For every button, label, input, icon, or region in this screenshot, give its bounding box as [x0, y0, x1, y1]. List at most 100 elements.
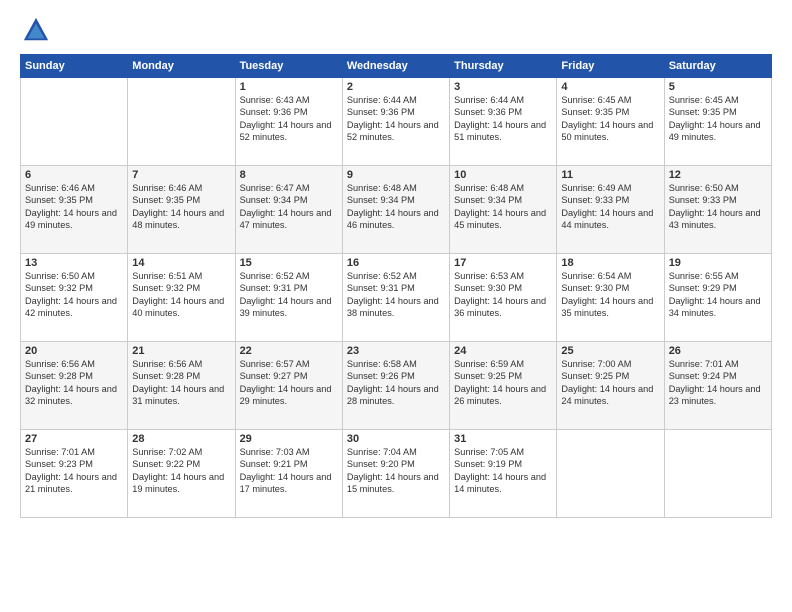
calendar-header-row: SundayMondayTuesdayWednesdayThursdayFrid… [21, 55, 772, 78]
day-number: 19 [669, 257, 767, 269]
day-info: Sunrise: 6:48 AM Sunset: 9:34 PM Dayligh… [454, 182, 552, 232]
day-number: 22 [240, 345, 338, 357]
day-number: 16 [347, 257, 445, 269]
header-tuesday: Tuesday [235, 55, 342, 78]
day-info: Sunrise: 6:44 AM Sunset: 9:36 PM Dayligh… [454, 94, 552, 144]
day-cell: 10Sunrise: 6:48 AM Sunset: 9:34 PM Dayli… [450, 166, 557, 254]
day-cell [557, 430, 664, 518]
day-cell: 28Sunrise: 7:02 AM Sunset: 9:22 PM Dayli… [128, 430, 235, 518]
header-saturday: Saturday [664, 55, 771, 78]
day-cell: 20Sunrise: 6:56 AM Sunset: 9:28 PM Dayli… [21, 342, 128, 430]
week-row-3: 13Sunrise: 6:50 AM Sunset: 9:32 PM Dayli… [21, 254, 772, 342]
day-number: 4 [561, 81, 659, 93]
day-info: Sunrise: 6:44 AM Sunset: 9:36 PM Dayligh… [347, 94, 445, 144]
day-number: 3 [454, 81, 552, 93]
day-info: Sunrise: 6:56 AM Sunset: 9:28 PM Dayligh… [132, 358, 230, 408]
day-info: Sunrise: 7:02 AM Sunset: 9:22 PM Dayligh… [132, 446, 230, 496]
day-number: 25 [561, 345, 659, 357]
day-number: 18 [561, 257, 659, 269]
day-number: 31 [454, 433, 552, 445]
day-info: Sunrise: 6:53 AM Sunset: 9:30 PM Dayligh… [454, 270, 552, 320]
header [20, 16, 772, 44]
day-number: 10 [454, 169, 552, 181]
day-info: Sunrise: 6:45 AM Sunset: 9:35 PM Dayligh… [561, 94, 659, 144]
day-cell: 19Sunrise: 6:55 AM Sunset: 9:29 PM Dayli… [664, 254, 771, 342]
day-number: 1 [240, 81, 338, 93]
day-number: 27 [25, 433, 123, 445]
day-cell [21, 78, 128, 166]
day-cell: 17Sunrise: 6:53 AM Sunset: 9:30 PM Dayli… [450, 254, 557, 342]
day-info: Sunrise: 6:47 AM Sunset: 9:34 PM Dayligh… [240, 182, 338, 232]
day-info: Sunrise: 6:58 AM Sunset: 9:26 PM Dayligh… [347, 358, 445, 408]
day-cell: 27Sunrise: 7:01 AM Sunset: 9:23 PM Dayli… [21, 430, 128, 518]
day-cell: 12Sunrise: 6:50 AM Sunset: 9:33 PM Dayli… [664, 166, 771, 254]
header-thursday: Thursday [450, 55, 557, 78]
day-info: Sunrise: 6:55 AM Sunset: 9:29 PM Dayligh… [669, 270, 767, 320]
day-cell: 16Sunrise: 6:52 AM Sunset: 9:31 PM Dayli… [342, 254, 449, 342]
day-cell: 31Sunrise: 7:05 AM Sunset: 9:19 PM Dayli… [450, 430, 557, 518]
day-number: 2 [347, 81, 445, 93]
day-cell [128, 78, 235, 166]
day-info: Sunrise: 6:46 AM Sunset: 9:35 PM Dayligh… [25, 182, 123, 232]
day-info: Sunrise: 6:52 AM Sunset: 9:31 PM Dayligh… [347, 270, 445, 320]
day-number: 23 [347, 345, 445, 357]
day-number: 14 [132, 257, 230, 269]
logo-icon [22, 16, 50, 44]
day-number: 24 [454, 345, 552, 357]
day-cell: 8Sunrise: 6:47 AM Sunset: 9:34 PM Daylig… [235, 166, 342, 254]
day-cell: 24Sunrise: 6:59 AM Sunset: 9:25 PM Dayli… [450, 342, 557, 430]
day-info: Sunrise: 6:52 AM Sunset: 9:31 PM Dayligh… [240, 270, 338, 320]
day-info: Sunrise: 6:50 AM Sunset: 9:32 PM Dayligh… [25, 270, 123, 320]
day-number: 28 [132, 433, 230, 445]
day-number: 20 [25, 345, 123, 357]
day-info: Sunrise: 6:54 AM Sunset: 9:30 PM Dayligh… [561, 270, 659, 320]
day-info: Sunrise: 6:43 AM Sunset: 9:36 PM Dayligh… [240, 94, 338, 144]
day-info: Sunrise: 7:01 AM Sunset: 9:24 PM Dayligh… [669, 358, 767, 408]
day-info: Sunrise: 6:56 AM Sunset: 9:28 PM Dayligh… [25, 358, 123, 408]
day-info: Sunrise: 6:59 AM Sunset: 9:25 PM Dayligh… [454, 358, 552, 408]
day-number: 8 [240, 169, 338, 181]
day-cell: 25Sunrise: 7:00 AM Sunset: 9:25 PM Dayli… [557, 342, 664, 430]
day-cell: 14Sunrise: 6:51 AM Sunset: 9:32 PM Dayli… [128, 254, 235, 342]
day-number: 6 [25, 169, 123, 181]
day-cell: 6Sunrise: 6:46 AM Sunset: 9:35 PM Daylig… [21, 166, 128, 254]
day-number: 26 [669, 345, 767, 357]
day-cell [664, 430, 771, 518]
day-cell: 15Sunrise: 6:52 AM Sunset: 9:31 PM Dayli… [235, 254, 342, 342]
day-cell: 9Sunrise: 6:48 AM Sunset: 9:34 PM Daylig… [342, 166, 449, 254]
week-row-2: 6Sunrise: 6:46 AM Sunset: 9:35 PM Daylig… [21, 166, 772, 254]
day-cell: 26Sunrise: 7:01 AM Sunset: 9:24 PM Dayli… [664, 342, 771, 430]
day-number: 29 [240, 433, 338, 445]
day-info: Sunrise: 6:51 AM Sunset: 9:32 PM Dayligh… [132, 270, 230, 320]
header-monday: Monday [128, 55, 235, 78]
day-cell: 5Sunrise: 6:45 AM Sunset: 9:35 PM Daylig… [664, 78, 771, 166]
week-row-1: 1Sunrise: 6:43 AM Sunset: 9:36 PM Daylig… [21, 78, 772, 166]
day-info: Sunrise: 7:04 AM Sunset: 9:20 PM Dayligh… [347, 446, 445, 496]
day-number: 11 [561, 169, 659, 181]
day-info: Sunrise: 6:46 AM Sunset: 9:35 PM Dayligh… [132, 182, 230, 232]
day-cell: 30Sunrise: 7:04 AM Sunset: 9:20 PM Dayli… [342, 430, 449, 518]
day-cell: 1Sunrise: 6:43 AM Sunset: 9:36 PM Daylig… [235, 78, 342, 166]
day-cell: 29Sunrise: 7:03 AM Sunset: 9:21 PM Dayli… [235, 430, 342, 518]
day-number: 13 [25, 257, 123, 269]
day-cell: 7Sunrise: 6:46 AM Sunset: 9:35 PM Daylig… [128, 166, 235, 254]
header-wednesday: Wednesday [342, 55, 449, 78]
day-cell: 11Sunrise: 6:49 AM Sunset: 9:33 PM Dayli… [557, 166, 664, 254]
day-cell: 13Sunrise: 6:50 AM Sunset: 9:32 PM Dayli… [21, 254, 128, 342]
day-info: Sunrise: 6:50 AM Sunset: 9:33 PM Dayligh… [669, 182, 767, 232]
calendar-table: SundayMondayTuesdayWednesdayThursdayFrid… [20, 54, 772, 518]
day-number: 30 [347, 433, 445, 445]
header-friday: Friday [557, 55, 664, 78]
day-info: Sunrise: 6:48 AM Sunset: 9:34 PM Dayligh… [347, 182, 445, 232]
day-info: Sunrise: 6:45 AM Sunset: 9:35 PM Dayligh… [669, 94, 767, 144]
day-number: 12 [669, 169, 767, 181]
logo [20, 16, 52, 44]
day-number: 15 [240, 257, 338, 269]
page: SundayMondayTuesdayWednesdayThursdayFrid… [0, 0, 792, 612]
day-number: 5 [669, 81, 767, 93]
week-row-5: 27Sunrise: 7:01 AM Sunset: 9:23 PM Dayli… [21, 430, 772, 518]
day-number: 9 [347, 169, 445, 181]
day-number: 21 [132, 345, 230, 357]
day-info: Sunrise: 7:00 AM Sunset: 9:25 PM Dayligh… [561, 358, 659, 408]
day-cell: 21Sunrise: 6:56 AM Sunset: 9:28 PM Dayli… [128, 342, 235, 430]
